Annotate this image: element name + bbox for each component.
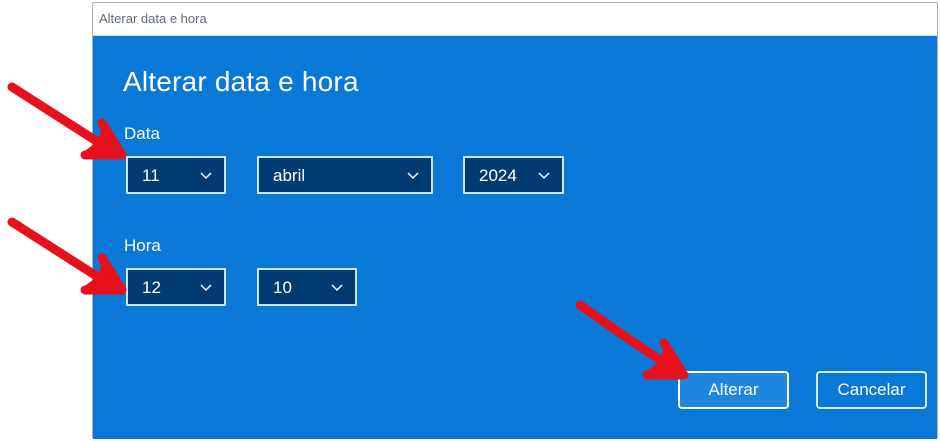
- chevron-down-icon: [200, 284, 212, 292]
- dialog-heading: Alterar data e hora: [123, 66, 359, 97]
- month-value: abril: [273, 166, 306, 185]
- hour-select[interactable]: 12: [126, 268, 226, 306]
- day-value: 11: [142, 166, 160, 185]
- red-arrow-icon: [7, 217, 127, 295]
- year-select[interactable]: 2024: [463, 156, 564, 194]
- chevron-down-icon: [538, 172, 550, 180]
- chevron-down-icon: [331, 284, 343, 292]
- minute-select[interactable]: 10: [257, 268, 357, 306]
- cancel-button[interactable]: Cancelar: [816, 371, 927, 409]
- month-select[interactable]: abril: [257, 156, 433, 194]
- red-arrow-icon: [7, 82, 127, 160]
- chevron-down-icon: [407, 172, 419, 180]
- hour-value: 12: [142, 278, 161, 297]
- minute-value: 10: [273, 278, 292, 297]
- title-bar: Alterar data e hora: [93, 3, 937, 36]
- day-select[interactable]: 11: [126, 156, 226, 194]
- window-title: Alterar data e hora: [99, 11, 207, 26]
- red-arrow-icon: [575, 300, 689, 380]
- year-value: 2024: [479, 166, 517, 185]
- chevron-down-icon: [200, 172, 212, 180]
- date-time-dialog: Alterar data e hora Alterar data e hora …: [92, 2, 938, 439]
- dialog-content: Alterar data e hora Data 11 abril 2024 H…: [93, 36, 937, 439]
